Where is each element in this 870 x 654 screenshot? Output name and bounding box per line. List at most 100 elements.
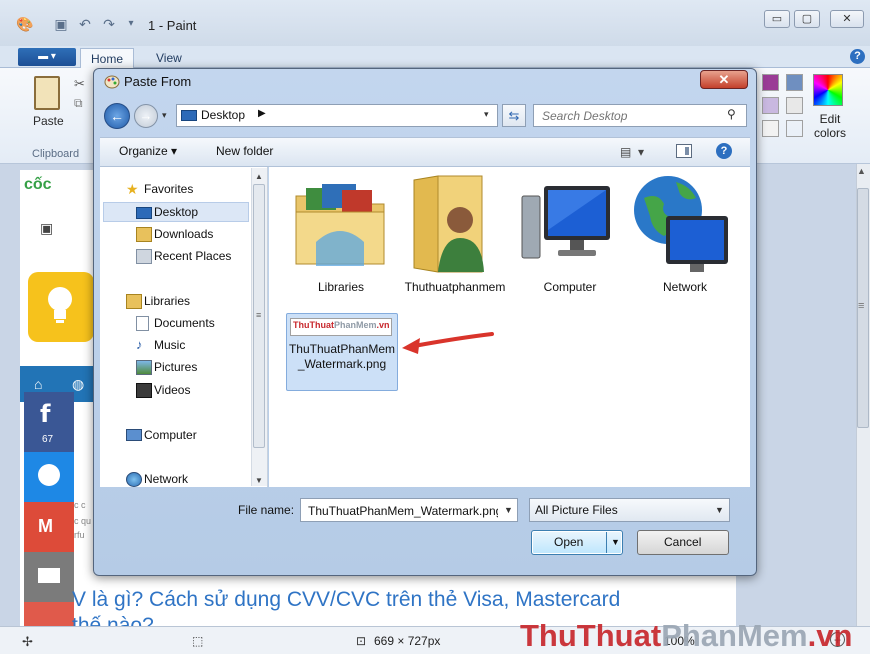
- color-swatch[interactable]: [762, 120, 779, 137]
- file-item-computer[interactable]: Computer: [515, 280, 625, 295]
- refresh-button[interactable]: ⇆: [502, 104, 526, 127]
- music-note-icon: ♪: [136, 337, 143, 352]
- nav-item-network[interactable]: Network: [126, 469, 188, 489]
- color-swatch[interactable]: [786, 74, 803, 91]
- scroll-up-icon[interactable]: ▲: [857, 166, 866, 176]
- file-type-dropdown-icon[interactable]: ▼: [715, 505, 724, 515]
- ribbon-tab-bar: ▬ ▾ Home View ?: [0, 46, 870, 68]
- nav-item-music[interactable]: ♪ Music: [136, 335, 185, 355]
- color-wheel-icon[interactable]: [813, 74, 843, 106]
- file-name-input[interactable]: [306, 503, 500, 519]
- maximize-button[interactable]: ▢: [794, 10, 820, 28]
- file-item-libraries[interactable]: Libraries: [286, 280, 396, 295]
- address-dropdown-icon[interactable]: ▾: [484, 109, 489, 120]
- videos-icon: [136, 383, 152, 398]
- file-item-network[interactable]: Network: [630, 280, 740, 295]
- nav-label: Downloads: [154, 227, 214, 241]
- tab-view[interactable]: View: [146, 48, 192, 68]
- nav-item-computer[interactable]: Computer: [126, 425, 197, 445]
- nav-label: Videos: [154, 383, 191, 397]
- downloads-folder-icon: [136, 227, 152, 242]
- search-box[interactable]: [533, 104, 747, 127]
- nav-label: Libraries: [144, 294, 191, 308]
- color-swatch[interactable]: [762, 97, 779, 114]
- clipboard-icon[interactable]: [34, 76, 60, 110]
- nav-item-libraries[interactable]: Libraries: [126, 291, 191, 311]
- help-icon[interactable]: ?: [850, 49, 865, 64]
- nav-label: Computer: [144, 428, 197, 442]
- clipboard-group-label: Clipboard: [32, 148, 80, 160]
- color-swatch[interactable]: [762, 74, 779, 91]
- nav-item-videos[interactable]: Videos: [136, 380, 191, 400]
- file-type-value: All Picture Files: [535, 503, 618, 517]
- nav-item-downloads[interactable]: Downloads: [136, 224, 214, 244]
- organize-label: Organize: [119, 144, 168, 158]
- paste-button[interactable]: Paste: [33, 114, 64, 128]
- canvas-snippet-text: c qu: [74, 516, 92, 526]
- paint-palette-icon: [104, 75, 120, 89]
- open-split-divider: [606, 532, 607, 553]
- thumbnail-watermark-logo: ThuThuatPhanMem.vn: [293, 320, 390, 330]
- change-view-button[interactable]: ▤ ▾: [620, 145, 654, 159]
- computer-icon[interactable]: [518, 178, 614, 274]
- address-breadcrumb[interactable]: Desktop: [201, 108, 245, 122]
- image-size-icon: ⊡: [356, 634, 367, 648]
- nav-label: Recent Places: [154, 249, 232, 263]
- help-button[interactable]: ?: [716, 143, 732, 159]
- color-swatch[interactable]: [786, 120, 803, 137]
- customize-qat-icon[interactable]: ▾: [122, 16, 140, 32]
- file-item-thuthuatphanmem[interactable]: Thuthuatphanmem: [400, 280, 510, 295]
- edit-colors-button[interactable]: Edit colors: [808, 112, 852, 140]
- cancel-button-label[interactable]: Cancel: [664, 535, 701, 549]
- scroll-down-icon[interactable]: ▼: [255, 476, 263, 485]
- user-folder-icon[interactable]: [402, 172, 498, 276]
- paint-menu-button[interactable]: ▬ ▾: [18, 48, 76, 66]
- scroll-up-icon[interactable]: ▲: [255, 172, 263, 181]
- window-title: 1 - Paint: [148, 18, 197, 33]
- lightbulb-icon: [48, 287, 72, 323]
- history-dropdown-icon[interactable]: ▾: [162, 110, 167, 121]
- preview-pane-button[interactable]: [676, 144, 692, 158]
- canvas-snippet-text: c c: [74, 500, 86, 510]
- file-name-combobox[interactable]: [300, 498, 518, 522]
- scroll-grip-icon: ≡: [858, 300, 865, 312]
- coc-coc-logo: cốc: [24, 176, 52, 193]
- open-button-label[interactable]: Open: [554, 535, 583, 549]
- libraries-icon: [126, 294, 142, 309]
- open-dropdown-icon[interactable]: ▼: [611, 537, 620, 547]
- undo-icon[interactable]: ↶: [76, 16, 94, 32]
- gmail-icon: M: [38, 516, 53, 536]
- selected-file-label[interactable]: ThuThuatPhanMem_Watermark.png: [287, 342, 397, 372]
- nav-item-desktop[interactable]: Desktop: [136, 202, 198, 222]
- save-icon[interactable]: ▣: [52, 16, 70, 32]
- network-icon: [126, 472, 142, 487]
- search-icon[interactable]: ⚲: [727, 107, 736, 121]
- close-window-button[interactable]: ✕: [830, 10, 864, 28]
- new-folder-button[interactable]: New folder: [216, 144, 273, 158]
- back-button[interactable]: ←: [104, 103, 130, 129]
- breadcrumb-chevron-icon[interactable]: ▶: [258, 108, 266, 119]
- documents-icon: [136, 316, 149, 331]
- dialog-close-button[interactable]: ✕: [700, 70, 748, 89]
- nav-item-favorites[interactable]: ★ Favorites: [126, 179, 193, 199]
- nav-item-documents[interactable]: Documents: [136, 313, 215, 333]
- file-name-dropdown-icon[interactable]: ▼: [504, 505, 513, 515]
- redo-icon[interactable]: ↷: [100, 16, 118, 32]
- facebook-icon: f: [40, 400, 51, 428]
- network-icon[interactable]: [632, 172, 736, 276]
- nav-item-recent-places[interactable]: Recent Places: [136, 246, 232, 266]
- annotation-arrow-icon: [402, 332, 494, 354]
- search-input[interactable]: [540, 108, 724, 124]
- libraries-folder-icon[interactable]: [292, 178, 388, 274]
- nav-item-pictures[interactable]: Pictures: [136, 357, 197, 377]
- messenger-icon: [38, 464, 60, 486]
- computer-icon: [126, 429, 142, 441]
- paint-app-icon[interactable]: 🎨: [16, 16, 34, 32]
- color-swatch[interactable]: [786, 97, 803, 114]
- cut-icon[interactable]: ✂: [74, 76, 85, 92]
- tab-home[interactable]: Home: [80, 48, 135, 68]
- copy-icon[interactable]: ⧉: [74, 96, 83, 111]
- organize-button[interactable]: Organize ▾: [119, 144, 177, 158]
- minimize-button[interactable]: ▭: [764, 10, 790, 28]
- forward-button[interactable]: →: [134, 104, 158, 128]
